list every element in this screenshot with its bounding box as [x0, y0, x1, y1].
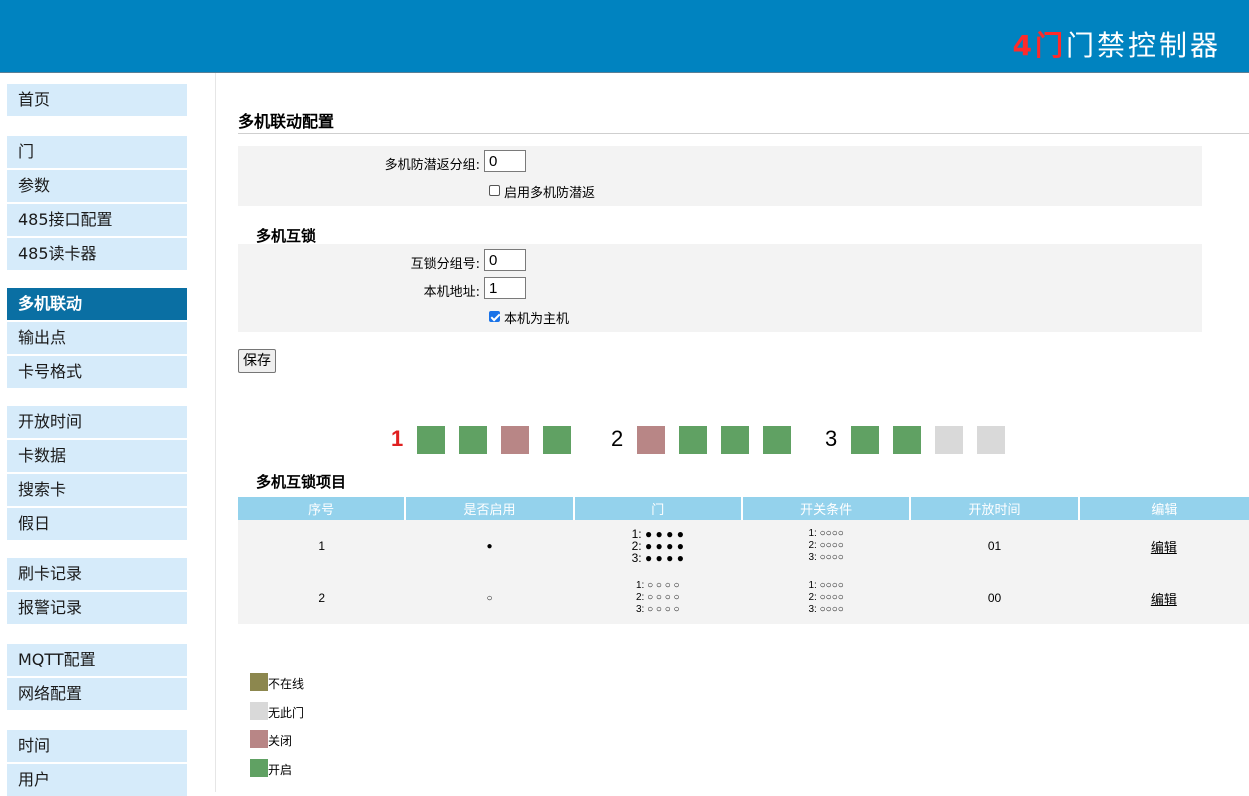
col-header-edit: 编辑 [1078, 497, 1249, 520]
sidebar-item-user[interactable]: 用户 [7, 764, 187, 796]
cell-open-time: 01 [910, 520, 1079, 572]
cell-condition: 1: ○○○○ 2: ○○○○ 3: ○○○○ [741, 572, 911, 624]
door-group-number: 1 [391, 426, 404, 451]
sidebar: 首页 门 参数 485接口配置 485读卡器 多机联动 输出点 卡号格式 开放时… [0, 73, 216, 796]
cell-doors: 1: ● ● ● ● 2: ● ● ● ● 3: ● ● ● ● [573, 520, 742, 572]
door-status-open [851, 426, 879, 454]
table-row: 1 ● 1: ● ● ● ● 2: ● ● ● ● 3: ● ● ● ● 1: … [238, 520, 1249, 572]
door-status-none [935, 426, 963, 454]
col-header-door: 门 [573, 497, 743, 520]
door-status-open [679, 426, 707, 454]
col-header-enabled: 是否启用 [405, 497, 575, 520]
interlock-panel: 互锁分组号: 本机地址: 本机为主机 [238, 244, 1202, 332]
condition-line: 1: ○○○○ [808, 528, 844, 539]
cell-edit: 编辑 [1078, 572, 1249, 624]
legend-swatch-open [250, 759, 268, 777]
is-master-checkbox[interactable] [489, 311, 500, 322]
sidebar-item-485-reader[interactable]: 485读卡器 [7, 238, 187, 270]
antipassback-enable-label: 启用多机防潜返 [504, 186, 596, 201]
sidebar-item-alarm-records[interactable]: 报警记录 [7, 592, 187, 624]
legend-swatch-offline [250, 673, 268, 691]
is-master-label: 本机为主机 [504, 312, 570, 327]
brand-door-count: 4门 [1012, 29, 1066, 62]
door-status-open [543, 426, 571, 454]
door-line: 3: ● ● ● ● [631, 550, 684, 565]
col-header-condition: 开关条件 [741, 497, 912, 520]
col-header-open-time: 开放时间 [910, 497, 1080, 520]
top-header: 4门门禁控制器 [0, 0, 1249, 73]
door-line: 2: ○ ○ ○ ○ [635, 592, 680, 603]
cell-doors: 1: ○ ○ ○ ○ 2: ○ ○ ○ ○ 3: ○ ○ ○ ○ [573, 572, 742, 624]
main-content: 多机联动配置 多机防潜返分组: 启用多机防潜返 多机互锁 互锁分组号: 本机地址… [215, 73, 1249, 792]
door-status-open [893, 426, 921, 454]
condition-line: 3: ○○○○ [808, 604, 844, 615]
sidebar-item-params[interactable]: 参数 [7, 170, 187, 202]
antipassback-group-label: 多机防潜返分组: [384, 158, 480, 173]
interlock-title: 多机互锁 [256, 227, 317, 245]
local-address-label: 本机地址: [423, 285, 480, 300]
sidebar-item-time[interactable]: 时间 [7, 730, 187, 762]
sidebar-item-mqtt[interactable]: MQTT配置 [7, 644, 187, 676]
door-line: 1: ○ ○ ○ ○ [635, 580, 680, 591]
local-address-input[interactable] [484, 277, 526, 299]
sidebar-item-multi-linkage[interactable]: 多机联动 [7, 288, 187, 320]
door-status-open [763, 426, 791, 454]
cell-edit: 编辑 [1078, 520, 1249, 572]
sidebar-item-output[interactable]: 输出点 [7, 322, 187, 354]
legend-label-offline: 不在线 [268, 677, 305, 691]
antipassback-panel: 多机防潜返分组: 启用多机防潜返 [238, 146, 1202, 206]
sidebar-item-search-card[interactable]: 搜索卡 [7, 474, 187, 506]
cell-condition: 1: ○○○○ 2: ○○○○ 3: ○○○○ [741, 520, 911, 572]
door-status-open [417, 426, 445, 454]
table-row: 2 ○ 1: ○ ○ ○ ○ 2: ○ ○ ○ ○ 3: ○ ○ ○ ○ 1: … [238, 572, 1249, 624]
sidebar-item-door[interactable]: 门 [7, 136, 187, 168]
door-status-none [977, 426, 1005, 454]
door-status-closed [501, 426, 529, 454]
door-status-open [459, 426, 487, 454]
sidebar-item-holiday[interactable]: 假日 [7, 508, 187, 540]
interlock-group-input[interactable] [484, 249, 526, 271]
sidebar-item-network[interactable]: 网络配置 [7, 678, 187, 710]
condition-line: 2: ○○○○ [808, 540, 844, 551]
legend-label-closed: 关闭 [268, 734, 293, 748]
antipassback-group-input[interactable] [484, 150, 526, 172]
condition-line: 2: ○○○○ [808, 592, 844, 603]
cell-no: 2 [238, 572, 406, 624]
edit-link[interactable]: 编辑 [1151, 592, 1177, 607]
condition-line: 1: ○○○○ [808, 580, 844, 591]
save-button[interactable]: 保存 [238, 349, 276, 373]
page-title: 多机联动配置 [238, 112, 335, 131]
antipassback-enable-checkbox[interactable] [489, 185, 500, 196]
col-header-no: 序号 [238, 497, 407, 520]
door-status-closed [637, 426, 665, 454]
interlock-group-label: 互锁分组号: [410, 257, 480, 272]
sidebar-item-485-config[interactable]: 485接口配置 [7, 204, 187, 236]
sidebar-item-home[interactable]: 首页 [7, 84, 187, 116]
brand-title: 4门门禁控制器 [1013, 24, 1222, 64]
legend-swatch-closed [250, 730, 268, 748]
interlock-items-title: 多机互锁项目 [256, 473, 347, 491]
cell-enabled: ● [405, 520, 574, 572]
door-group-number: 3 [825, 426, 838, 451]
cell-enabled: ○ [405, 572, 574, 624]
cell-open-time: 00 [910, 572, 1079, 624]
cell-no: 1 [238, 520, 406, 572]
sidebar-item-card-data[interactable]: 卡数据 [7, 440, 187, 472]
legend-label-open: 开启 [268, 763, 293, 777]
legend-label-no-door: 无此门 [268, 706, 305, 720]
door-line: 3: ○ ○ ○ ○ [635, 604, 680, 615]
interlock-items-table: 序号 是否启用 门 开关条件 开放时间 编辑 1 ● 1: ● ● ● ● 2:… [238, 497, 1249, 624]
door-status-open [721, 426, 749, 454]
table-header-row: 序号 是否启用 门 开关条件 开放时间 编辑 [238, 497, 1249, 520]
sidebar-item-open-time[interactable]: 开放时间 [7, 406, 187, 438]
legend-swatch-no-door [250, 702, 268, 720]
door-group-number: 2 [611, 426, 624, 451]
sidebar-item-swipe-records[interactable]: 刷卡记录 [7, 558, 187, 590]
title-divider [238, 133, 1249, 134]
edit-link[interactable]: 编辑 [1151, 540, 1177, 555]
condition-line: 3: ○○○○ [808, 552, 844, 563]
sidebar-item-card-format[interactable]: 卡号格式 [7, 356, 187, 388]
brand-text: 门禁控制器 [1065, 29, 1221, 62]
